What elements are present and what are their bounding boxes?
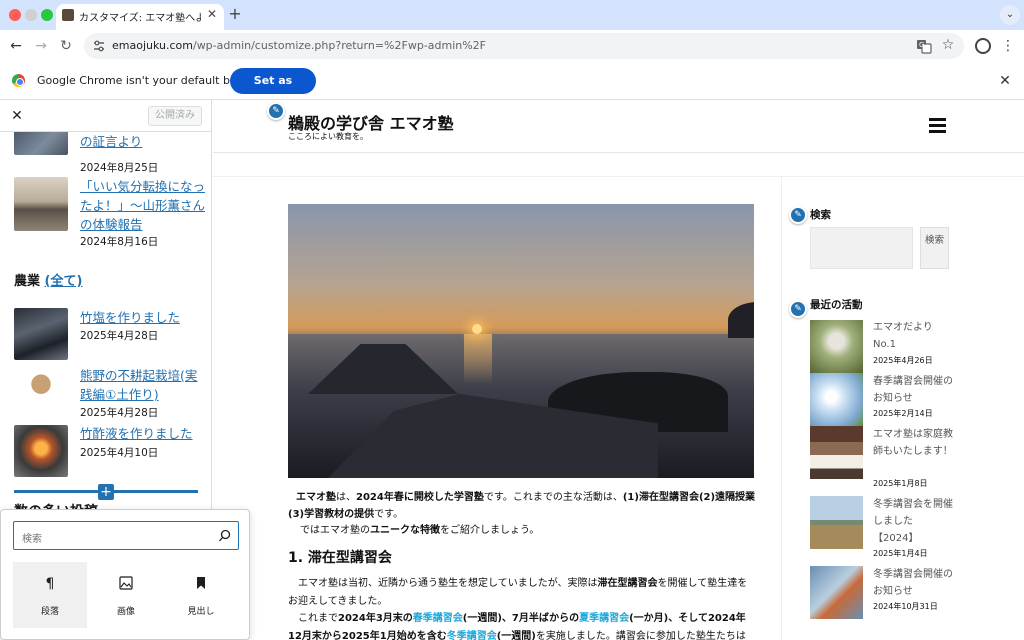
window-minimize-button[interactable] — [25, 9, 37, 21]
recent-post-date: 2025年1月8日 — [873, 479, 928, 488]
block-image-button[interactable]: 画像 — [89, 562, 163, 628]
address-bar[interactable]: emaojuku.com/wp-admin/customize.php?retu… — [84, 33, 964, 59]
block-heading-button[interactable]: 見出し — [164, 562, 238, 628]
chrome-logo-icon — [12, 74, 25, 87]
section-heading: 1. 滞在型講習会 — [288, 550, 392, 566]
hero-island — [728, 302, 754, 338]
site-preview: ✎ 鵜殿の学び舎 エマオ塾 こころによい教育を。 エマオ塾は、2024年春に開校… — [213, 100, 1024, 640]
new-tab-button[interactable]: + — [228, 4, 242, 24]
block-search-input[interactable]: 検索 — [13, 521, 239, 550]
search-button[interactable]: 検索 — [920, 227, 949, 269]
image-icon — [118, 576, 134, 592]
forward-arrow-icon[interactable]: → — [31, 36, 51, 56]
customizer-header: ✕ 公開済み — [0, 100, 211, 132]
recent-post-date: 2025年2月14日 — [873, 409, 933, 418]
recent-activity-title: 最近の活動 — [810, 299, 863, 311]
block-label: 見出し — [187, 607, 215, 617]
block-paragraph-button[interactable]: ¶ 段落 — [13, 562, 87, 628]
recent-post-thumbnail[interactable] — [810, 426, 863, 479]
recent-post-link[interactable]: エマオだよりNo.1 — [873, 319, 953, 353]
block-inserter-plus-icon[interactable]: + — [98, 484, 114, 500]
tab-search-button[interactable]: ⌄ — [1000, 5, 1020, 25]
profile-avatar-icon[interactable] — [975, 38, 991, 54]
window-zoom-button[interactable] — [41, 9, 53, 21]
hamburger-menu-icon[interactable] — [929, 118, 946, 133]
tab-title: カスタマイズ: エマオ塾へようこそ — [79, 13, 201, 24]
post-link[interactable]: 竹酢液を作りました — [80, 424, 205, 443]
recent-post-link[interactable]: エマオ塾は家庭教師もいたします！ — [873, 426, 953, 460]
edit-shortcut-pencil-icon[interactable]: ✎ — [267, 102, 285, 120]
post-thumbnail-illustration[interactable] — [14, 366, 68, 418]
category-heading: 農業 (全て) — [14, 270, 82, 289]
tab-close-icon[interactable]: ✕ — [205, 7, 219, 21]
search-widget-title: 検索 — [810, 209, 831, 221]
post-thumbnail[interactable] — [14, 425, 68, 477]
reload-icon[interactable]: ↻ — [56, 36, 76, 56]
url-path: /wp-admin/customize.php?return=%2Fwp-adm… — [192, 39, 487, 52]
site-header: ✎ 鵜殿の学び舎 エマオ塾 こころによい教育を。 — [213, 100, 1024, 153]
back-arrow-icon[interactable]: ← — [6, 36, 26, 56]
url-host: emaojuku.com — [112, 39, 193, 52]
browser-menu-icon[interactable]: ⋮ — [1000, 36, 1016, 56]
set-as-default-button[interactable]: Set as default — [230, 68, 316, 113]
site-info-icon[interactable] — [92, 39, 106, 53]
post-date: 2025年4月28日 — [80, 330, 159, 342]
intro-paragraph: エマオ塾は、2024年春に開校した学習塾です。これまでの主な活動は、(1)滞在型… — [288, 492, 756, 520]
recent-post-link[interactable]: 冬季講習会開催のお知らせ — [873, 566, 953, 600]
browser-tab-active[interactable]: カスタマイズ: エマオ塾へようこそ ✕ — [56, 4, 224, 30]
browser-tab-strip: カスタマイズ: エマオ塾へようこそ ✕ + ⌄ — [0, 0, 1024, 30]
recent-post-thumbnail[interactable] — [810, 320, 863, 373]
intro-paragraph-2: ではエマオ塾のユニークな特徴をご紹介しましょう。 — [300, 525, 540, 536]
block-label: 段落 — [40, 607, 59, 617]
hero-sun-glare — [464, 334, 492, 384]
recent-post-date: 2025年1月4日 — [873, 549, 928, 558]
block-inserter-popover: 検索 ¶ 段落 画像 見出し — [0, 509, 250, 640]
post-date: 2024年8月16日 — [80, 236, 159, 248]
browser-toolbar: ← → ↻ emaojuku.com/wp-admin/customize.ph… — [0, 30, 1024, 62]
svg-text:G: G — [919, 41, 924, 49]
recent-post-thumbnail[interactable] — [810, 566, 863, 619]
customizer-close-icon[interactable]: ✕ — [8, 106, 26, 126]
search-input[interactable] — [810, 227, 913, 269]
search-icon — [218, 528, 232, 542]
edit-shortcut-pencil-icon[interactable]: ✎ — [789, 300, 807, 318]
hero-sun — [472, 324, 482, 334]
infobar-close-icon[interactable]: ✕ — [996, 72, 1014, 90]
paragraph-icon: ¶ — [45, 576, 55, 592]
recent-post-link[interactable]: 春季講習会開催のお知らせ — [873, 373, 953, 407]
bookmark-star-icon[interactable]: ☆ — [940, 37, 956, 53]
recent-post-link[interactable]: 冬季講習会を開催しました【2024】 — [873, 496, 953, 547]
site-tagline: こころによい教育を。 — [288, 132, 368, 141]
post-link[interactable]: 竹塩を作りました — [80, 308, 205, 327]
recent-post-date: 2024年10月31日 — [873, 602, 938, 611]
site-favicon-icon — [62, 9, 74, 21]
recent-post-thumbnail[interactable] — [810, 373, 863, 426]
category-name: 農業 — [14, 274, 41, 289]
post-link[interactable]: 「いい気分転換になったよ！」〜山形薫さんの体験報告 — [80, 177, 205, 234]
default-browser-infobar: Google Chrome isn't your default browser… — [0, 62, 1024, 113]
block-search-placeholder: 検索 — [22, 534, 42, 545]
translate-icon[interactable]: G — [916, 38, 932, 54]
category-all-link[interactable]: (全て) — [45, 274, 83, 289]
edit-shortcut-pencil-icon[interactable]: ✎ — [789, 206, 807, 224]
heading-bookmark-icon — [193, 576, 209, 592]
published-button[interactable]: 公開済み — [148, 106, 202, 126]
post-date: 2025年4月28日 — [80, 407, 159, 419]
hero-sunset-image — [288, 204, 754, 478]
url-text[interactable]: emaojuku.com/wp-admin/customize.php?retu… — [112, 39, 486, 52]
post-thumbnail[interactable] — [14, 177, 68, 231]
window-close-button[interactable] — [9, 9, 21, 21]
content-divider — [213, 176, 1024, 177]
recent-post-thumbnail[interactable] — [810, 496, 863, 549]
body-paragraph: エマオ塾は当初、近隣から通う塾生を想定していましたが、実際は滞在型講習会を開催し… — [288, 578, 748, 640]
post-date: 2025年4月10日 — [80, 447, 159, 459]
block-label: 画像 — [116, 607, 135, 617]
recent-post-date: 2025年4月26日 — [873, 356, 933, 365]
post-date: 2024年8月25日 — [80, 162, 159, 174]
post-thumbnail[interactable] — [14, 308, 68, 360]
post-link[interactable]: 熊野の不耕起栽培(実践編①土作り) — [80, 366, 205, 404]
sidebar-divider — [781, 176, 782, 640]
